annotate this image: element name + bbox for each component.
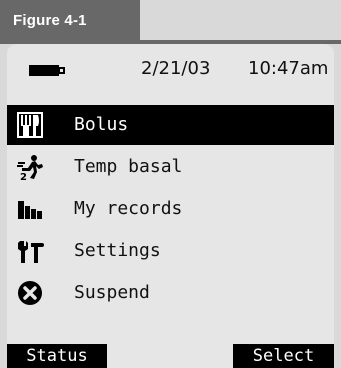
battery-icon [29, 65, 65, 76]
softkey-bar: Status Select [7, 344, 334, 368]
select-softkey[interactable]: Select [233, 344, 334, 368]
menu-item-settings[interactable]: Settings [7, 231, 334, 271]
figure-frame: Figure 4-1 2/21/03 10:47am Bolus 2 Temp … [0, 0, 341, 368]
main-menu: Bolus 2 Temp basal My records Settings S… [7, 105, 334, 313]
status-softkey[interactable]: Status [7, 344, 107, 368]
figure-tab: Figure 4-1 [0, 0, 140, 40]
menu-item-temp-basal[interactable]: 2 Temp basal [7, 147, 334, 187]
records-icon [16, 195, 44, 223]
status-time: 10:47am [248, 58, 329, 79]
status-date: 2/21/03 [141, 58, 211, 79]
figure-label: Figure 4-1 [13, 12, 87, 29]
svg-text:2: 2 [20, 172, 27, 181]
suspend-icon [16, 279, 44, 307]
settings-icon [16, 237, 44, 265]
menu-item-label: Temp basal [74, 156, 183, 177]
menu-item-label: Bolus [74, 114, 129, 135]
temp-basal-icon: 2 [16, 153, 44, 183]
bolus-icon [16, 111, 44, 139]
device-screen: 2/21/03 10:47am Bolus 2 Temp basal My re… [7, 44, 334, 368]
menu-item-suspend[interactable]: Suspend [7, 273, 334, 313]
menu-item-my-records[interactable]: My records [7, 189, 334, 229]
menu-item-label: Suspend [74, 282, 150, 303]
menu-item-bolus[interactable]: Bolus [7, 105, 334, 145]
menu-item-label: Settings [74, 240, 161, 261]
menu-item-label: My records [74, 198, 183, 219]
status-bar: 2/21/03 10:47am [7, 44, 334, 92]
